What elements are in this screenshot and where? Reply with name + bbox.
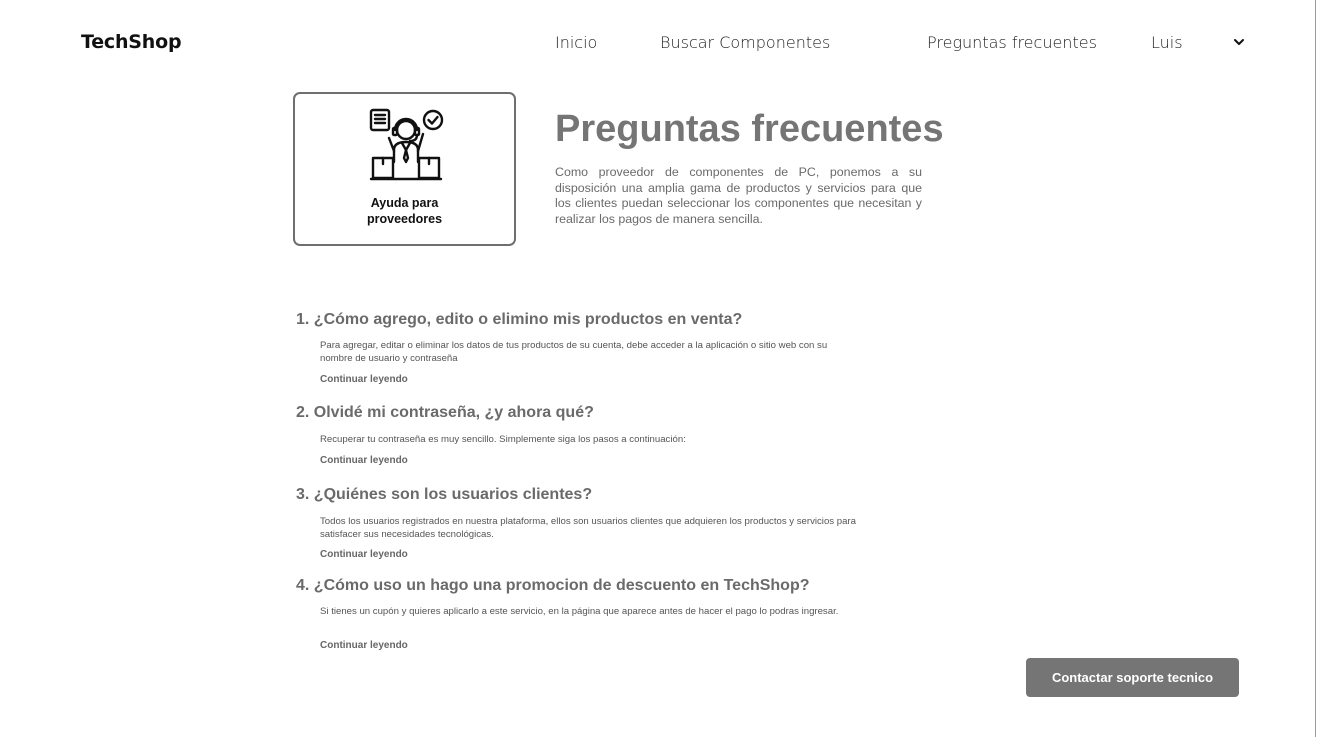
faq-question: 4. ¿Cómo uso un hago una promocion de de…	[296, 577, 810, 594]
supplier-help-label-line2: proveedores	[366, 212, 443, 226]
window-right-border	[1315, 0, 1316, 737]
continue-reading-link[interactable]: Continuar leyendo	[320, 374, 408, 385]
supplier-help-card[interactable]: Ayuda para proveedores	[293, 92, 516, 246]
faq-answer: Recuperar tu contraseña es muy sencillo.…	[320, 434, 686, 445]
nav-search-components-link[interactable]: Buscar Componentes	[660, 33, 830, 52]
brand-logo[interactable]: TechShop	[81, 31, 182, 53]
intro-paragraph: Como proveedor de componentes de PC, pon…	[555, 165, 922, 226]
contact-support-button[interactable]: Contactar soporte tecnico	[1026, 658, 1239, 697]
user-menu-name[interactable]: Luis	[1151, 33, 1183, 52]
continue-reading-link[interactable]: Continuar leyendo	[320, 549, 408, 560]
page-title: Preguntas frecuentes	[555, 108, 944, 150]
supplier-help-label: Ayuda para proveedores	[295, 195, 514, 227]
faq-item: 1. ¿Cómo agrego, edito o elimino mis pro…	[296, 311, 827, 385]
faq-answer: Si tienes un cupón y quieres aplicarlo a…	[320, 606, 839, 617]
support-agent-icon	[369, 108, 444, 181]
continue-reading-link[interactable]: Continuar leyendo	[320, 455, 408, 466]
faq-item: 4. ¿Cómo uso un hago una promocion de de…	[296, 577, 838, 651]
continue-reading-link[interactable]: Continuar leyendo	[320, 640, 408, 651]
faq-answer: Para agregar, editar o eliminar los dato…	[320, 340, 828, 364]
faq-question: 1. ¿Cómo agrego, edito o elimino mis pro…	[296, 311, 743, 328]
faq-question: 3. ¿Quiénes son los usuarios clientes?	[296, 486, 593, 503]
faq-answer: Todos los usuarios registrados en nuestr…	[320, 516, 856, 540]
faq-item: 3. ¿Quiénes son los usuarios clientes? T…	[296, 486, 856, 560]
nav-faq-link[interactable]: Preguntas frecuentes	[927, 33, 1097, 52]
faq-question: 2. Olvidé mi contraseña, ¿y ahora qué?	[296, 404, 594, 421]
faq-item: 2. Olvidé mi contraseña, ¿y ahora qué? R…	[296, 404, 686, 466]
chevron-down-icon[interactable]	[1231, 34, 1247, 50]
supplier-help-label-line1: Ayuda para	[370, 196, 439, 210]
nav-home-link[interactable]: Inicio	[555, 33, 597, 52]
